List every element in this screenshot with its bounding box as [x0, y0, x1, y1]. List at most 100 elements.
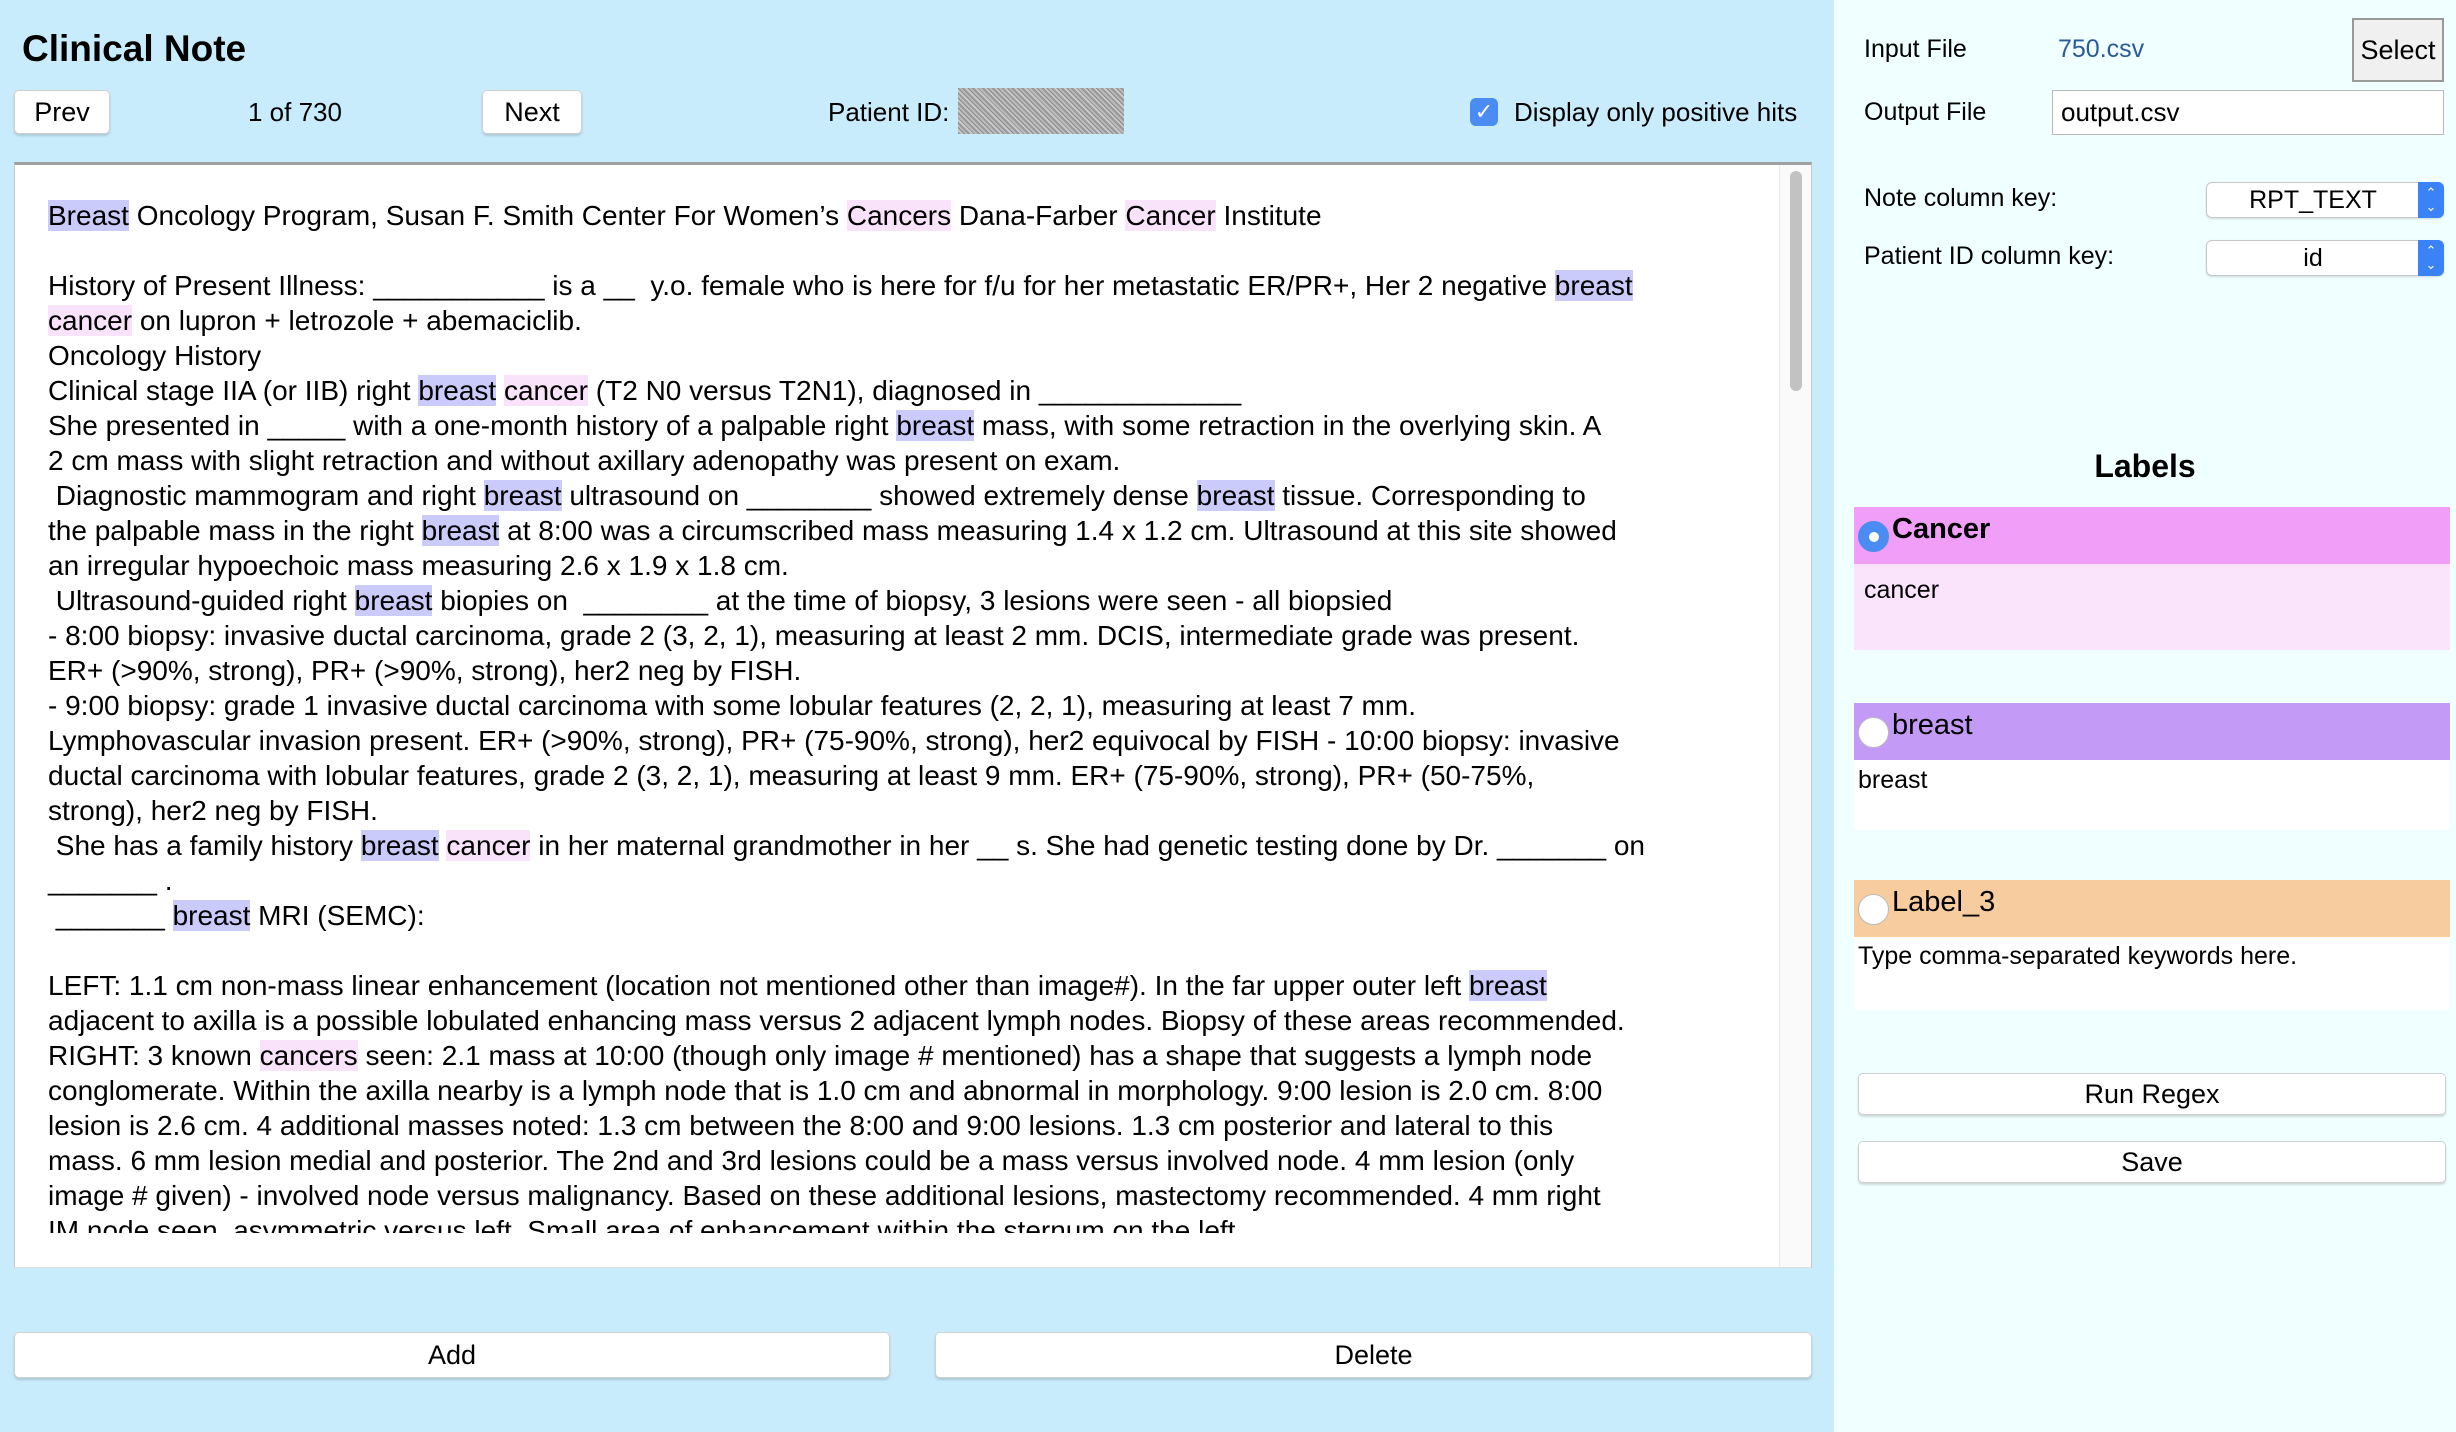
note-text-segment: (T2 N0 versus T2N1), diagnosed in ______… [588, 375, 1242, 406]
note-column-select[interactable]: RPT_TEXT ⌃ ⌄ [2206, 182, 2444, 218]
chevron-updown-icon: ⌃ ⌄ [2418, 240, 2444, 276]
note-line: She has a family history breast cancer i… [48, 828, 1777, 863]
input-file-label: Input File [1864, 35, 1967, 63]
highlight-breast: breast [354, 585, 433, 616]
highlight-breast: breast [172, 900, 251, 931]
note-column-label: Note column key: [1864, 184, 2058, 212]
output-file-input[interactable]: output.csv [2052, 90, 2444, 135]
highlight-cancer: Cancer [1125, 200, 1216, 231]
label-keywords-label-3[interactable]: Type comma-separated keywords here. [1854, 937, 2450, 1010]
note-text-segment: tissue. Corresponding to [1274, 480, 1586, 511]
note-text-segment: adjacent to axilla is a possible lobulat… [48, 1005, 1625, 1036]
note-text-segment: She presented in _____ with a one-month … [48, 410, 897, 441]
note-text-segment: strong), her2 neg by FISH. [48, 795, 378, 826]
note-text-segment: Oncology History [48, 340, 262, 371]
note-text-segment: in her maternal grandmother in her __ s.… [530, 830, 1645, 861]
note-line: IM node seen, asymmetric versus left. Sm… [48, 1213, 1777, 1233]
note-line: _______ . [48, 863, 1777, 898]
note-line: mass. 6 mm lesion medial and posterior. … [48, 1143, 1777, 1178]
delete-button[interactable]: Delete [935, 1332, 1812, 1378]
label-name: breast [1892, 709, 1973, 741]
note-line [48, 233, 1777, 268]
note-panel: Clinical Note Prev 1 of 730 Next Patient… [0, 0, 1834, 1432]
note-line: conglomerate. Within the axilla nearby i… [48, 1073, 1777, 1108]
highlight-cancer: cancers [259, 1040, 358, 1071]
patient-id-redacted [958, 88, 1124, 134]
note-line: strong), her2 neg by FISH. [48, 793, 1777, 828]
label-name: Label_3 [1892, 886, 1996, 918]
note-text-segment: on lupron + letrozole + abemaciclib. [132, 305, 582, 336]
label-header-breast[interactable]: breast [1854, 703, 2450, 760]
note-text-segment: at 8:00 was a circumscribed mass measuri… [499, 515, 1617, 546]
patient-column-value: id [2303, 244, 2323, 272]
label-radio-breast[interactable] [1858, 717, 1889, 748]
note-line: RIGHT: 3 known cancers seen: 2.1 mass at… [48, 1038, 1777, 1073]
patient-column-label: Patient ID column key: [1864, 242, 2115, 270]
label-keywords-breast[interactable]: breast [1854, 760, 2450, 830]
highlight-breast: breast [1469, 970, 1547, 1001]
patient-column-select[interactable]: id ⌃ ⌄ [2206, 240, 2444, 276]
note-text-segment: History of Present Illness: ___________ … [48, 270, 1555, 301]
input-file-value: 750.csv [2058, 35, 2145, 63]
checkmark-icon: ✓ [1474, 99, 1494, 124]
highlight-breast: breast [896, 410, 975, 441]
note-line: ER+ (>90%, strong), PR+ (>90%, strong), … [48, 653, 1777, 688]
note-line: adjacent to axilla is a possible lobulat… [48, 1003, 1777, 1038]
note-text-segment: mass. 6 mm lesion medial and posterior. … [48, 1145, 1575, 1176]
note-text-segment: Diagnostic mammogram and right [48, 480, 484, 511]
save-button[interactable]: Save [1858, 1141, 2446, 1183]
label-radio-label-3[interactable] [1858, 894, 1889, 925]
note-line: Breast Oncology Program, Susan F. Smith … [48, 198, 1777, 233]
note-text-segment: - 8:00 biopsy: invasive ductal carcinoma… [48, 620, 1580, 651]
note-text-segment: _______ . [48, 865, 173, 896]
note-column-value: RPT_TEXT [2249, 186, 2377, 214]
note-line: History of Present Illness: ___________ … [48, 268, 1777, 303]
note-line: ductal carcinoma with lobular features, … [48, 758, 1777, 793]
note-line: Ultrasound-guided right breast biopies o… [48, 583, 1777, 618]
highlight-cancer: cancer [503, 375, 589, 406]
chevron-updown-icon: ⌃ ⌄ [2418, 182, 2444, 218]
label-header-cancer[interactable]: Cancer [1854, 507, 2450, 564]
app-window: Clinical Note Prev 1 of 730 Next Patient… [0, 0, 2456, 1432]
note-position: 1 of 730 [248, 97, 342, 127]
positive-hits-checkbox[interactable]: ✓ [1470, 98, 1498, 126]
label-keywords-cancer[interactable]: cancer [1854, 564, 2450, 650]
note-text-segment: MRI (SEMC): [250, 900, 425, 931]
highlight-cancer: Cancers [846, 200, 952, 231]
highlight-breast: breast [418, 375, 497, 406]
run-regex-button[interactable]: Run Regex [1858, 1073, 2446, 1115]
note-line: image # given) - involved node versus ma… [48, 1178, 1777, 1213]
note-text-segment: Clinical stage IIA (or IIB) right [48, 375, 419, 406]
note-text-segment: Dana-Farber [951, 200, 1126, 231]
note-line: the palpable mass in the right breast at… [48, 513, 1777, 548]
note-text-segment: biopies on ________ at the time of biops… [432, 585, 1393, 616]
note-line: _______ breast MRI (SEMC): [48, 898, 1777, 933]
scrollbar-thumb[interactable] [1790, 171, 1802, 391]
note-text-segment: lesion is 2.6 cm. 4 additional masses no… [48, 1110, 1554, 1141]
add-button[interactable]: Add [14, 1332, 890, 1378]
highlight-breast: breast [483, 480, 562, 511]
note-text-segment: IM node seen, asymmetric versus left. Sm… [48, 1215, 1236, 1233]
prev-button[interactable]: Prev [14, 90, 110, 134]
select-file-button[interactable]: Select [2352, 18, 2444, 82]
note-scrollbar[interactable] [1779, 165, 1811, 1267]
note-line: lesion is 2.6 cm. 4 additional masses no… [48, 1108, 1777, 1143]
label-radio-cancer[interactable] [1858, 521, 1889, 552]
label-name: Cancer [1892, 513, 1991, 545]
highlight-cancer: cancer [446, 830, 531, 861]
note-line [48, 933, 1777, 968]
label-header-label-3[interactable]: Label_3 [1854, 880, 2450, 937]
note-text[interactable]: Breast Oncology Program, Susan F. Smith … [15, 165, 1777, 1233]
note-line: Clinical stage IIA (or IIB) right breast… [48, 373, 1777, 408]
highlight-breast: breast [360, 830, 439, 861]
note-text-segment: Ultrasound-guided right [48, 585, 355, 616]
note-text-segment: ER+ (>90%, strong), PR+ (>90%, strong), … [48, 655, 802, 686]
highlight-breast: breast [1196, 480, 1275, 511]
note-line: - 8:00 biopsy: invasive ductal carcinoma… [48, 618, 1777, 653]
note-text-segment: She has a family history [48, 830, 361, 861]
labels-heading: Labels [2094, 448, 2196, 484]
next-button[interactable]: Next [482, 90, 582, 134]
note-text-area[interactable]: Breast Oncology Program, Susan F. Smith … [14, 162, 1812, 1268]
note-line: Lymphovascular invasion present. ER+ (>9… [48, 723, 1777, 758]
note-text-segment: ultrasound on ________ showed extremely … [561, 480, 1197, 511]
